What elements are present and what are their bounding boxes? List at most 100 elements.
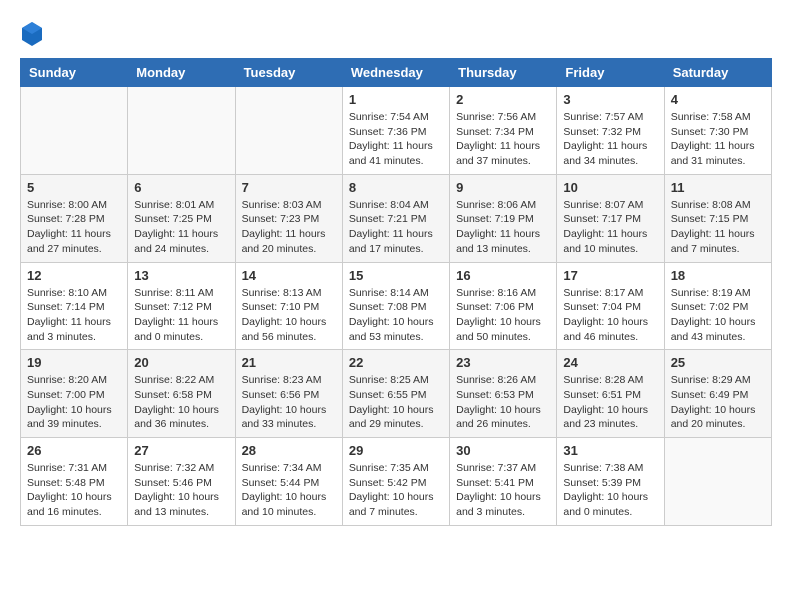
day-number: 14 [242, 268, 336, 283]
calendar-day-cell [235, 87, 342, 175]
calendar-day-cell: 7 Sunrise: 8:03 AM Sunset: 7:23 PM Daylig… [235, 174, 342, 262]
weekday-header-row: SundayMondayTuesdayWednesdayThursdayFrid… [21, 59, 772, 87]
calendar-day-cell: 8 Sunrise: 8:04 AM Sunset: 7:21 PM Daylig… [342, 174, 449, 262]
day-number: 30 [456, 443, 550, 458]
calendar-week-row: 12 Sunrise: 8:10 AM Sunset: 7:14 PM Dayli… [21, 262, 772, 350]
calendar-day-cell: 23 Sunrise: 8:26 AM Sunset: 6:53 PM Dayli… [450, 350, 557, 438]
day-info: Sunrise: 8:17 AM Sunset: 7:04 PM Dayligh… [563, 286, 657, 345]
calendar-day-cell: 28 Sunrise: 7:34 AM Sunset: 5:44 PM Dayli… [235, 438, 342, 526]
day-info: Sunrise: 8:16 AM Sunset: 7:06 PM Dayligh… [456, 286, 550, 345]
day-info: Sunrise: 7:56 AM Sunset: 7:34 PM Dayligh… [456, 110, 550, 169]
day-number: 18 [671, 268, 765, 283]
weekday-header-wednesday: Wednesday [342, 59, 449, 87]
day-number: 17 [563, 268, 657, 283]
day-info: Sunrise: 7:34 AM Sunset: 5:44 PM Dayligh… [242, 461, 336, 520]
day-info: Sunrise: 7:54 AM Sunset: 7:36 PM Dayligh… [349, 110, 443, 169]
day-info: Sunrise: 8:13 AM Sunset: 7:10 PM Dayligh… [242, 286, 336, 345]
weekday-header-sunday: Sunday [21, 59, 128, 87]
day-info: Sunrise: 8:04 AM Sunset: 7:21 PM Dayligh… [349, 198, 443, 257]
calendar-day-cell: 10Sunrise: 8:07 AM Sunset: 7:17 PM Dayli… [557, 174, 664, 262]
day-number: 25 [671, 355, 765, 370]
calendar-day-cell: 4 Sunrise: 7:58 AM Sunset: 7:30 PM Daylig… [664, 87, 771, 175]
calendar-day-cell: 20Sunrise: 8:22 AM Sunset: 6:58 PM Dayli… [128, 350, 235, 438]
calendar-table: SundayMondayTuesdayWednesdayThursdayFrid… [20, 58, 772, 526]
day-info: Sunrise: 8:26 AM Sunset: 6:53 PM Dayligh… [456, 373, 550, 432]
logo [20, 20, 48, 48]
day-info: Sunrise: 8:20 AM Sunset: 7:00 PM Dayligh… [27, 373, 121, 432]
day-number: 7 [242, 180, 336, 195]
weekday-header-friday: Friday [557, 59, 664, 87]
day-number: 2 [456, 92, 550, 107]
weekday-header-thursday: Thursday [450, 59, 557, 87]
calendar-day-cell: 26Sunrise: 7:31 AM Sunset: 5:48 PM Dayli… [21, 438, 128, 526]
calendar-day-cell: 3Sunrise: 7:57 AM Sunset: 7:32 PM Daylig… [557, 87, 664, 175]
calendar-week-row: 19 Sunrise: 8:20 AM Sunset: 7:00 PM Dayli… [21, 350, 772, 438]
calendar-day-cell: 27 Sunrise: 7:32 AM Sunset: 5:46 PM Dayli… [128, 438, 235, 526]
day-info: Sunrise: 8:01 AM Sunset: 7:25 PM Dayligh… [134, 198, 228, 257]
day-number: 26 [27, 443, 121, 458]
day-info: Sunrise: 8:29 AM Sunset: 6:49 PM Dayligh… [671, 373, 765, 432]
calendar-day-cell: 14 Sunrise: 8:13 AM Sunset: 7:10 PM Dayli… [235, 262, 342, 350]
page-header [20, 20, 772, 48]
day-info: Sunrise: 8:14 AM Sunset: 7:08 PM Dayligh… [349, 286, 443, 345]
day-number: 15 [349, 268, 443, 283]
day-info: Sunrise: 7:57 AM Sunset: 7:32 PM Dayligh… [563, 110, 657, 169]
day-number: 4 [671, 92, 765, 107]
weekday-header-saturday: Saturday [664, 59, 771, 87]
day-info: Sunrise: 8:10 AM Sunset: 7:14 PM Dayligh… [27, 286, 121, 345]
day-info: Sunrise: 7:37 AM Sunset: 5:41 PM Dayligh… [456, 461, 550, 520]
calendar-day-cell: 31 Sunrise: 7:38 AM Sunset: 5:39 PM Dayli… [557, 438, 664, 526]
day-info: Sunrise: 8:11 AM Sunset: 7:12 PM Dayligh… [134, 286, 228, 345]
day-number: 28 [242, 443, 336, 458]
calendar-day-cell: 24 Sunrise: 8:28 AM Sunset: 6:51 PM Dayli… [557, 350, 664, 438]
day-number: 11 [671, 180, 765, 195]
calendar-day-cell: 18Sunrise: 8:19 AM Sunset: 7:02 PM Dayli… [664, 262, 771, 350]
day-number: 23 [456, 355, 550, 370]
calendar-day-cell: 9 Sunrise: 8:06 AM Sunset: 7:19 PM Daylig… [450, 174, 557, 262]
day-number: 20 [134, 355, 228, 370]
calendar-day-cell [128, 87, 235, 175]
calendar-day-cell: 25 Sunrise: 8:29 AM Sunset: 6:49 PM Dayli… [664, 350, 771, 438]
calendar-day-cell: 6 Sunrise: 8:01 AM Sunset: 7:25 PM Daylig… [128, 174, 235, 262]
weekday-header-monday: Monday [128, 59, 235, 87]
calendar-day-cell: 12 Sunrise: 8:10 AM Sunset: 7:14 PM Dayli… [21, 262, 128, 350]
day-number: 19 [27, 355, 121, 370]
day-number: 9 [456, 180, 550, 195]
day-info: Sunrise: 8:08 AM Sunset: 7:15 PM Dayligh… [671, 198, 765, 257]
day-info: Sunrise: 8:25 AM Sunset: 6:55 PM Dayligh… [349, 373, 443, 432]
calendar-day-cell: 17 Sunrise: 8:17 AM Sunset: 7:04 PM Dayli… [557, 262, 664, 350]
day-number: 22 [349, 355, 443, 370]
day-number: 13 [134, 268, 228, 283]
calendar-week-row: 1Sunrise: 7:54 AM Sunset: 7:36 PM Daylig… [21, 87, 772, 175]
day-info: Sunrise: 7:35 AM Sunset: 5:42 PM Dayligh… [349, 461, 443, 520]
day-number: 12 [27, 268, 121, 283]
calendar-week-row: 26Sunrise: 7:31 AM Sunset: 5:48 PM Dayli… [21, 438, 772, 526]
calendar-day-cell: 2 Sunrise: 7:56 AM Sunset: 7:34 PM Daylig… [450, 87, 557, 175]
day-number: 24 [563, 355, 657, 370]
day-info: Sunrise: 8:07 AM Sunset: 7:17 PM Dayligh… [563, 198, 657, 257]
day-info: Sunrise: 8:28 AM Sunset: 6:51 PM Dayligh… [563, 373, 657, 432]
day-number: 6 [134, 180, 228, 195]
day-info: Sunrise: 8:03 AM Sunset: 7:23 PM Dayligh… [242, 198, 336, 257]
day-info: Sunrise: 7:32 AM Sunset: 5:46 PM Dayligh… [134, 461, 228, 520]
day-info: Sunrise: 7:58 AM Sunset: 7:30 PM Dayligh… [671, 110, 765, 169]
calendar-day-cell [21, 87, 128, 175]
calendar-day-cell: 11 Sunrise: 8:08 AM Sunset: 7:15 PM Dayli… [664, 174, 771, 262]
day-info: Sunrise: 8:00 AM Sunset: 7:28 PM Dayligh… [27, 198, 121, 257]
day-info: Sunrise: 8:06 AM Sunset: 7:19 PM Dayligh… [456, 198, 550, 257]
day-number: 16 [456, 268, 550, 283]
day-number: 8 [349, 180, 443, 195]
calendar-day-cell: 16 Sunrise: 8:16 AM Sunset: 7:06 PM Dayli… [450, 262, 557, 350]
day-number: 31 [563, 443, 657, 458]
day-number: 21 [242, 355, 336, 370]
day-number: 5 [27, 180, 121, 195]
day-info: Sunrise: 8:23 AM Sunset: 6:56 PM Dayligh… [242, 373, 336, 432]
calendar-day-cell: 22 Sunrise: 8:25 AM Sunset: 6:55 PM Dayli… [342, 350, 449, 438]
calendar-day-cell: 13 Sunrise: 8:11 AM Sunset: 7:12 PM Dayli… [128, 262, 235, 350]
calendar-day-cell: 15 Sunrise: 8:14 AM Sunset: 7:08 PM Dayli… [342, 262, 449, 350]
day-number: 27 [134, 443, 228, 458]
calendar-day-cell: 1Sunrise: 7:54 AM Sunset: 7:36 PM Daylig… [342, 87, 449, 175]
calendar-week-row: 5 Sunrise: 8:00 AM Sunset: 7:28 PM Daylig… [21, 174, 772, 262]
calendar-day-cell: 29Sunrise: 7:35 AM Sunset: 5:42 PM Dayli… [342, 438, 449, 526]
day-info: Sunrise: 7:38 AM Sunset: 5:39 PM Dayligh… [563, 461, 657, 520]
